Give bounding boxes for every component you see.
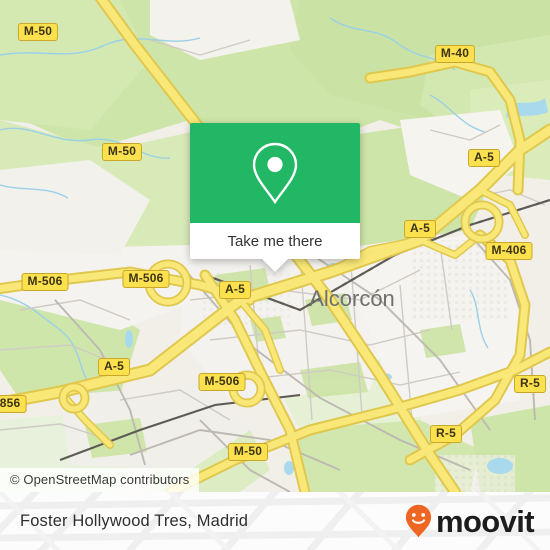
road-shield-a-5: A-5 [468,149,500,167]
popup-tail [262,259,288,272]
map-screenshot: Alcorcón M-50 M-50 M-40 A-5 A-5 M-406 M-506 M-5… [0,0,550,550]
road-shield-m-50: M-50 [101,143,143,161]
take-me-there-button[interactable]: Take me there [190,223,360,272]
road-shield-a-5: A-5 [98,358,130,376]
moovit-wordmark: moovit [435,503,535,539]
road-shield-m-406: M-406 [485,242,533,260]
footer-bar: Foster Hollywood Tres, Madrid moovit [0,492,550,550]
road-shield-r-5: R-5 [514,375,546,393]
road-shield-m-40: M-40 [434,45,476,63]
road-shield-m-50: M-50 [17,23,59,41]
place-title: Foster Hollywood Tres, Madrid [20,511,249,530]
map-city-label: Alcorcón [309,286,395,311]
road-shield-m-506: M-506 [122,270,170,288]
moovit-logo[interactable]: moovit [405,492,535,550]
road-shield--856: -856 [0,395,27,413]
road-shield-m-506: M-506 [198,373,246,391]
location-popup[interactable]: Take me there [190,123,360,272]
moovit-smiley-pin-icon [405,504,432,538]
road-shield-r-5: R-5 [430,425,462,443]
osm-attribution[interactable]: © OpenStreetMap contributors [0,468,200,492]
take-me-there-label: Take me there [227,232,323,250]
popup-header [190,123,360,223]
road-shield-m-506: M-506 [21,273,69,291]
map-pin-icon [252,142,298,205]
road-shield-a-5: A-5 [404,220,436,238]
road-shield-m-50: M-50 [227,443,269,461]
road-shield-a-5: A-5 [219,281,251,299]
